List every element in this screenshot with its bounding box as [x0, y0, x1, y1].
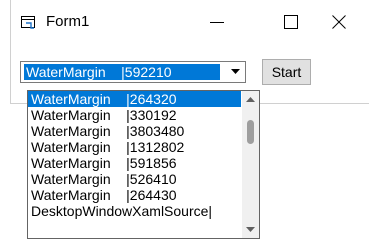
list-item[interactable]: DesktopWindowXamlSource|	[28, 203, 241, 219]
combobox-selected-text: WaterMargin |592210	[24, 64, 220, 80]
maximize-button[interactable]	[268, 0, 314, 44]
app-icon	[21, 15, 36, 29]
list-item[interactable]: WaterMargin |3803480	[28, 123, 241, 139]
list-item[interactable]: WaterMargin |264430	[28, 187, 241, 203]
start-button[interactable]: Start	[262, 59, 311, 85]
close-icon	[332, 15, 346, 29]
list-item[interactable]: WaterMargin |526410	[28, 171, 241, 187]
scrollbar-thumb[interactable]	[247, 120, 254, 144]
scroll-up-arrow-icon[interactable]	[246, 96, 255, 102]
maximize-icon	[284, 15, 298, 29]
list-item[interactable]: WaterMargin |591856	[28, 155, 241, 171]
combobox-dropdown-list[interactable]: WaterMargin |264320 WaterMargin |330192 …	[27, 90, 260, 239]
list-item[interactable]: WaterMargin |1312802	[28, 139, 241, 155]
process-combobox[interactable]: WaterMargin |592210	[20, 61, 246, 83]
dropdown-toggle[interactable]	[227, 63, 244, 81]
chevron-down-icon	[231, 69, 240, 74]
scroll-down-arrow-icon[interactable]	[246, 227, 255, 233]
list-item[interactable]: WaterMargin |264320	[28, 91, 241, 107]
vertical-scrollbar[interactable]	[242, 91, 259, 238]
dropdown-items: WaterMargin |264320 WaterMargin |330192 …	[28, 91, 241, 219]
minimize-button[interactable]	[194, 0, 240, 44]
minimize-icon	[210, 22, 224, 23]
form1-window: Form1	[10, 0, 369, 104]
close-button[interactable]	[316, 0, 362, 44]
window-title: Form1	[46, 13, 90, 30]
title-bar[interactable]: Form1	[11, 0, 369, 44]
list-item[interactable]: WaterMargin |330192	[28, 107, 241, 123]
